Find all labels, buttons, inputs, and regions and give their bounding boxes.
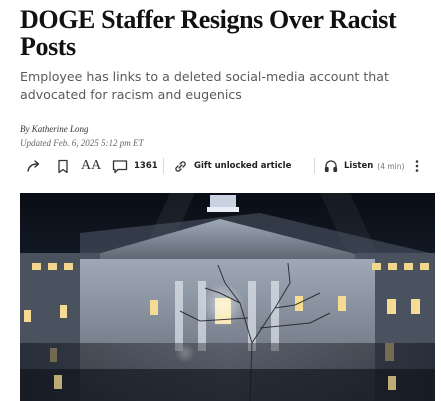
- gift-link-icon: [175, 160, 186, 172]
- gift-article-label: Gift unlocked article: [194, 161, 292, 171]
- gift-article-button[interactable]: Gift unlocked article: [173, 154, 291, 178]
- listen-duration: (4 min): [377, 161, 405, 171]
- share-button[interactable]: [26, 154, 42, 178]
- comment-icon: [112, 159, 128, 173]
- white-house-night-image: [20, 193, 435, 401]
- toolbar-divider: [163, 158, 164, 174]
- byline-prefix: By: [20, 124, 32, 134]
- share-icon: [27, 160, 40, 172]
- byline: By Katherine Long: [20, 124, 89, 134]
- listen-button[interactable]: Listen (4 min): [324, 154, 404, 178]
- lead-photo: [20, 193, 435, 401]
- more-icon: [415, 160, 419, 172]
- listen-label: Listen: [344, 161, 374, 171]
- more-options-button[interactable]: [414, 154, 420, 178]
- font-size-button[interactable]: AA: [81, 154, 101, 178]
- toolbar-divider: [314, 158, 315, 174]
- article-headline: DOGE Staffer Resigns Over Racist Posts: [20, 5, 397, 61]
- bookmark-icon: [58, 159, 68, 173]
- font-size-icon: AA: [81, 158, 102, 173]
- comment-count: 1361: [134, 161, 158, 171]
- author-link[interactable]: Katherine Long: [32, 124, 89, 134]
- comments-button[interactable]: 1361: [112, 154, 158, 178]
- article-dek: Employee has links to a deleted social-m…: [20, 69, 389, 102]
- headphones-icon: [324, 160, 338, 173]
- article-toolbar: AA 1361 Gift unlocked article Listen (4 …: [20, 154, 430, 178]
- updated-timestamp: Updated Feb. 6, 2025 5:12 pm ET: [20, 138, 144, 148]
- bookmark-button[interactable]: [57, 154, 69, 178]
